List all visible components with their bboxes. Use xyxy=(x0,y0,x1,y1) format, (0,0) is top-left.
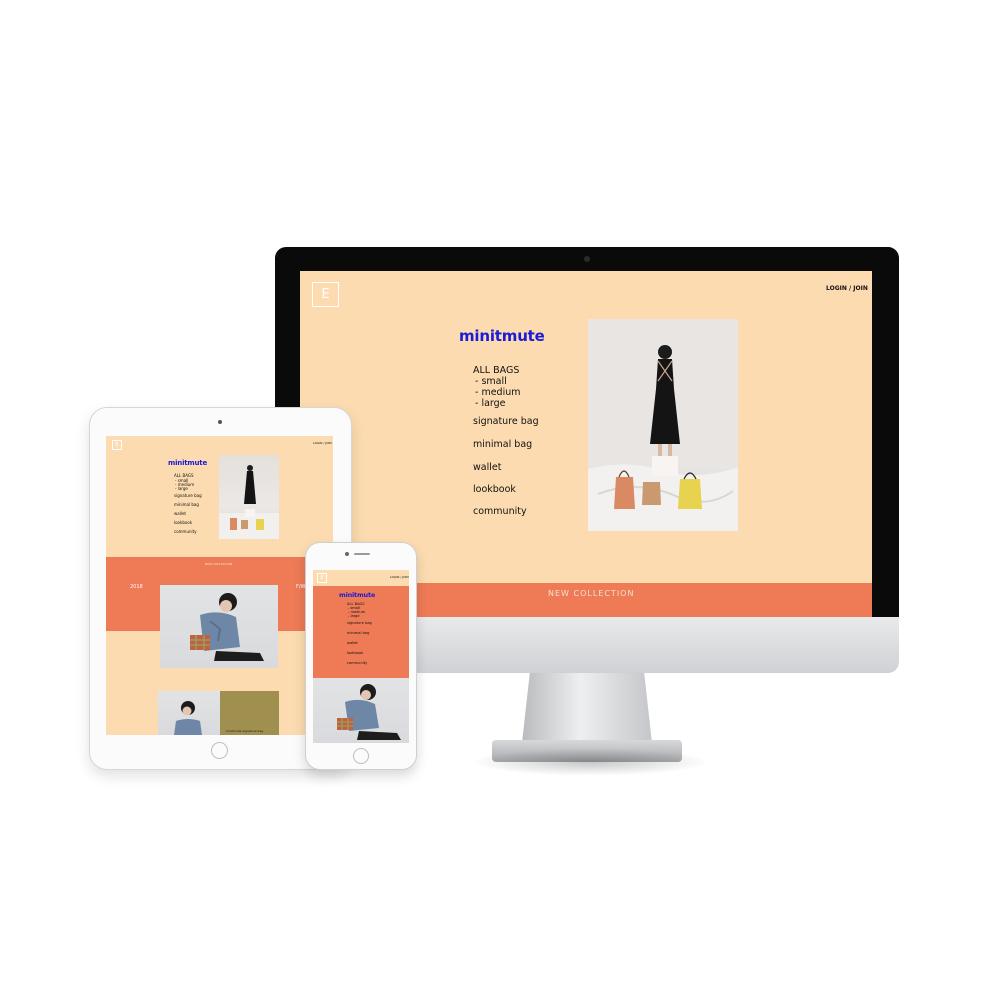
tablet-screen: E LOGIN / JOIN minitmute ALL BAGS - smal… xyxy=(106,436,333,735)
logo[interactable]: E xyxy=(317,573,327,583)
nav-sub-large[interactable]: - large xyxy=(475,398,506,409)
login-join-link[interactable]: LOGIN / JOIN xyxy=(313,441,332,445)
login-join-link[interactable]: LOGIN / JOIN xyxy=(390,575,409,579)
new-collection-label: NEW COLLECTION xyxy=(205,562,233,566)
nav-all-bags[interactable]: ALL BAGS xyxy=(473,365,519,376)
signature-color-block: minitmute signature bag xyxy=(220,691,279,735)
new-collection-label: NEW COLLECTION xyxy=(548,589,635,598)
nav-community[interactable]: community xyxy=(473,506,527,517)
nav-signature-bag[interactable]: signature bag xyxy=(347,621,372,625)
monitor-stand xyxy=(522,673,652,743)
camera-icon xyxy=(345,552,349,556)
nav-community[interactable]: community xyxy=(347,661,367,665)
nav-lookbook[interactable]: lookbook xyxy=(174,520,192,525)
login-join-link[interactable]: LOGIN / JOIN xyxy=(826,285,868,292)
nav-minimal-bag[interactable]: minimal bag xyxy=(473,439,532,450)
nav-minimal-bag[interactable]: minimal bag xyxy=(347,631,369,635)
logo[interactable]: E xyxy=(112,440,122,450)
nav-community[interactable]: community xyxy=(174,529,197,534)
logo[interactable]: E xyxy=(312,282,339,307)
nav-minimal-bag[interactable]: minimal bag xyxy=(174,502,199,507)
nav-sub-large[interactable]: - large xyxy=(348,614,360,618)
collection-photo xyxy=(160,585,278,668)
collection-photo xyxy=(313,678,409,743)
phone-screen: E LOGIN / JOIN minitmute ALL BAGS - smal… xyxy=(313,570,409,743)
logo-letter: E xyxy=(320,575,324,581)
nav-wallet[interactable]: wallet xyxy=(473,462,501,473)
brand-title[interactable]: minitmute xyxy=(459,327,545,345)
signature-caption: minitmute signature bag xyxy=(226,729,264,733)
brand-title[interactable]: minitmute xyxy=(339,591,375,599)
nav-lookbook[interactable]: lookbook xyxy=(347,651,363,655)
phone-device: E LOGIN / JOIN minitmute ALL BAGS - smal… xyxy=(305,542,417,770)
nav-sub-medium[interactable]: - medium xyxy=(475,387,521,398)
nav-wallet[interactable]: wallet xyxy=(174,511,186,516)
hero-photo xyxy=(588,319,738,531)
nav-signature-bag[interactable]: signature bag xyxy=(174,493,202,498)
hero-photo xyxy=(219,455,279,539)
signature-photo xyxy=(158,691,220,735)
brand-title[interactable]: minitmute xyxy=(168,459,207,467)
collection-year: 2018 xyxy=(130,584,143,590)
home-button-icon[interactable] xyxy=(353,748,369,764)
home-button-icon[interactable] xyxy=(211,742,228,759)
nav-signature-bag[interactable]: signature bag xyxy=(473,416,539,427)
nav-sub-small[interactable]: - small xyxy=(475,376,507,387)
camera-icon xyxy=(218,420,222,424)
logo-letter: E xyxy=(321,287,330,302)
nav-wallet[interactable]: wallet xyxy=(347,641,358,645)
nav-lookbook[interactable]: lookbook xyxy=(473,484,516,495)
speaker-icon xyxy=(354,553,370,555)
logo-letter: E xyxy=(115,442,119,448)
phone-menu-panel: minitmute ALL BAGS - small - medium - la… xyxy=(313,586,409,678)
camera-icon xyxy=(584,256,590,262)
monitor-shadow xyxy=(470,748,710,776)
nav-sub-large[interactable]: - large xyxy=(175,486,188,491)
